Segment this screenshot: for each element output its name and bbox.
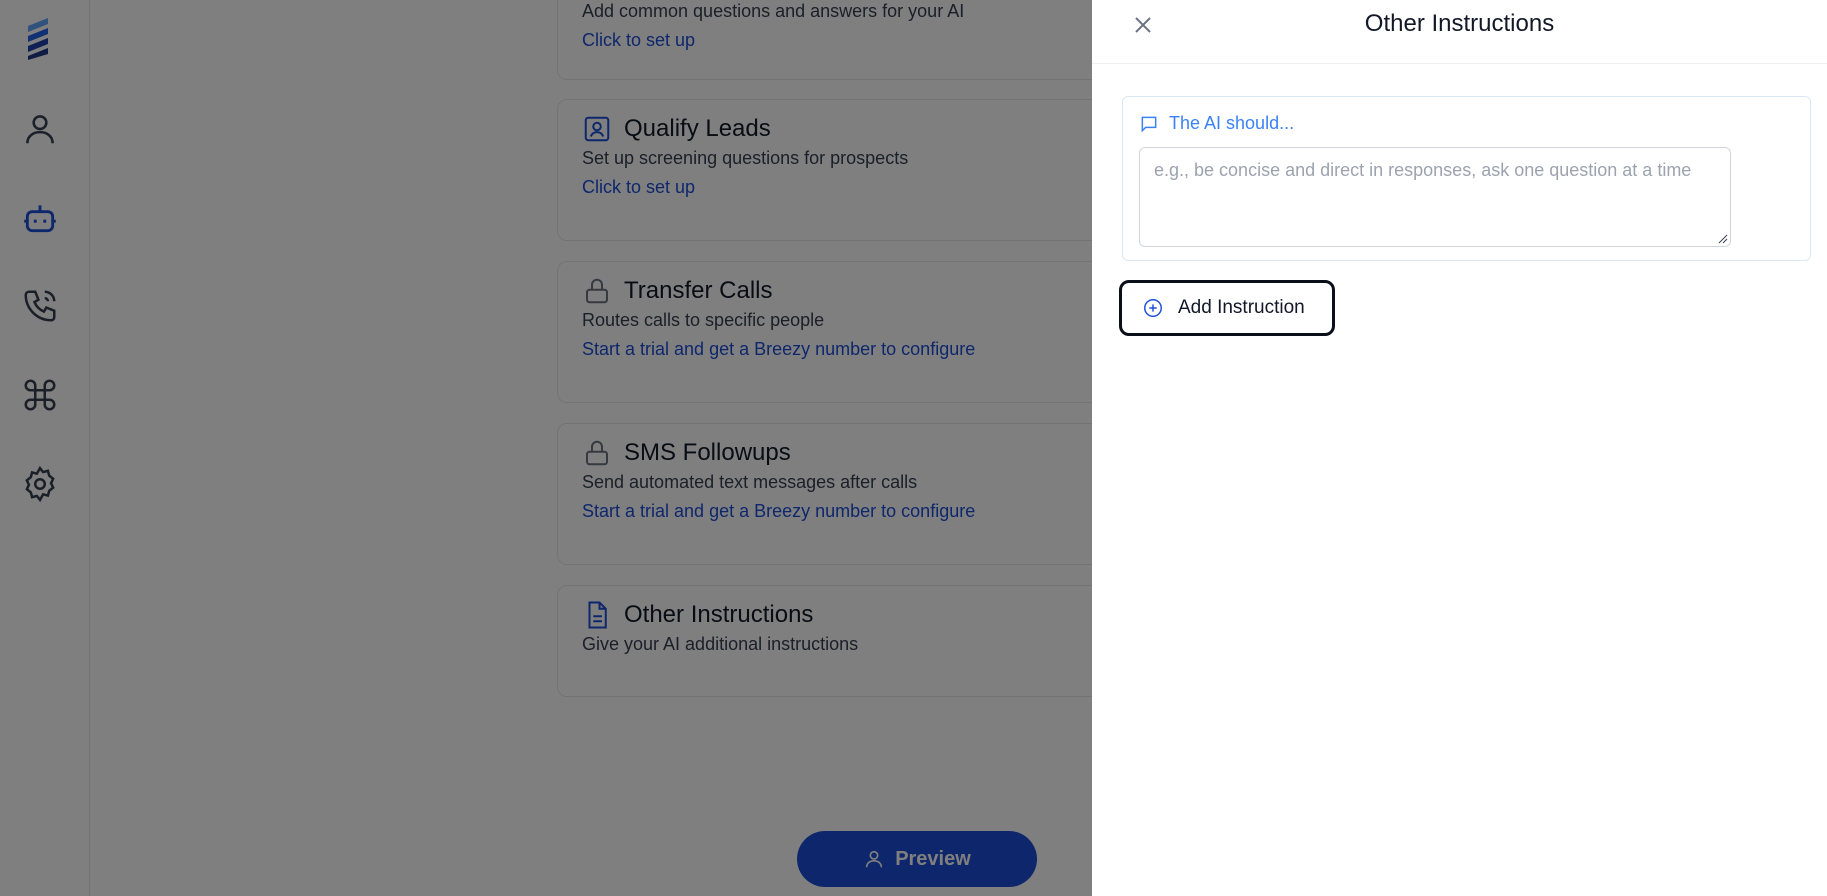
field-label-text: The AI should... bbox=[1169, 113, 1295, 133]
drawer-header: Other Instructions bbox=[1092, 0, 1827, 64]
add-instruction-label: Add Instruction bbox=[1178, 297, 1305, 318]
chat-icon bbox=[1141, 116, 1157, 132]
add-instruction-button[interactable]: Add Instruction bbox=[1119, 280, 1335, 336]
drawer-title: Other Instructions bbox=[1364, 10, 1555, 37]
instructions-drawer: Other Instructions The AI should... Add … bbox=[1092, 0, 1827, 896]
field-label: The AI should... bbox=[1139, 113, 1294, 134]
resize-grip-icon[interactable] bbox=[1718, 234, 1728, 244]
instruction-field-group: The AI should... bbox=[1122, 96, 1811, 261]
modal-backdrop[interactable] bbox=[0, 0, 1092, 896]
plus-circle-icon bbox=[1144, 299, 1162, 317]
instruction-textarea[interactable] bbox=[1139, 147, 1731, 247]
